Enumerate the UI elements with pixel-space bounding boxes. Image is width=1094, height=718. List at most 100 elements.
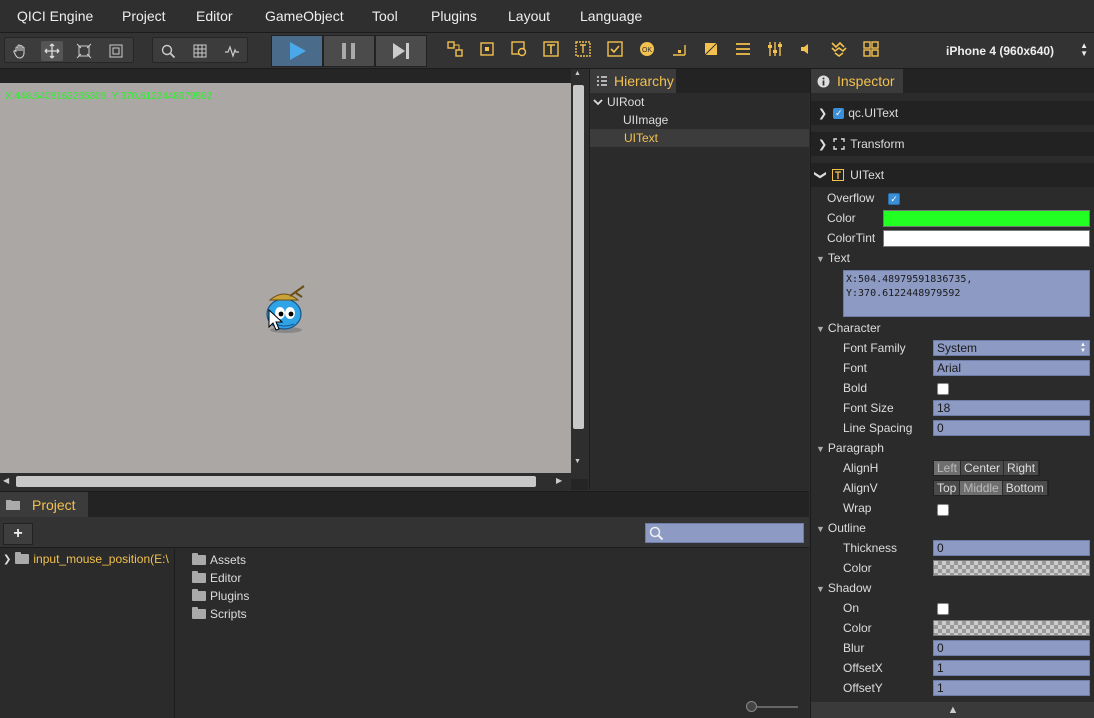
alignh-left-button[interactable]: Left: [934, 461, 962, 475]
tab-inspector[interactable]: Inspector: [811, 69, 903, 93]
text-value-textarea[interactable]: X:504.48979591836735, Y:370.612244897959…: [843, 270, 1090, 317]
offsety-field[interactable]: 1: [933, 680, 1090, 696]
folder-assets[interactable]: Assets: [192, 553, 246, 567]
step-button[interactable]: [375, 35, 427, 67]
create-empty-node-icon[interactable]: [478, 40, 496, 58]
color-swatch[interactable]: [883, 210, 1090, 227]
device-select[interactable]: iPhone 4 (960x640) ▲ ▼: [938, 42, 1090, 60]
chevron-right-icon[interactable]: ❯: [3, 554, 11, 565]
component-uitext[interactable]: ❯ UIText: [811, 163, 1094, 187]
list-icon: [597, 76, 607, 86]
create-toggle-icon[interactable]: [606, 40, 624, 58]
project-search-input[interactable]: [645, 523, 804, 543]
chevron-right-icon[interactable]: ❯: [818, 138, 827, 151]
folder-editor[interactable]: Editor: [192, 571, 241, 585]
menu-language[interactable]: Language: [580, 8, 642, 24]
folder-icon: [6, 500, 20, 510]
folder-scripts[interactable]: Scripts: [192, 607, 247, 621]
add-asset-button[interactable]: +: [3, 523, 33, 545]
scale-tool-icon[interactable]: [73, 41, 95, 61]
alignv-bottom-button[interactable]: Bottom: [1002, 481, 1048, 495]
menu-qici-engine[interactable]: QICI Engine: [17, 8, 93, 24]
tree-item-uiimage[interactable]: UIImage: [623, 111, 809, 129]
tab-project[interactable]: Project: [0, 492, 88, 517]
stats-icon[interactable]: [221, 41, 243, 61]
folder-plugins[interactable]: Plugins: [192, 589, 249, 603]
create-text-icon[interactable]: [542, 40, 560, 58]
wrap-checkbox[interactable]: [937, 504, 949, 516]
scene-vertical-scrollbar[interactable]: ▲ ▼: [571, 69, 588, 479]
offsetx-field[interactable]: 1: [933, 660, 1090, 676]
menu-gameobject[interactable]: GameObject: [265, 8, 344, 24]
enable-checkbox[interactable]: ✓: [833, 107, 845, 119]
scroll-up-arrow-icon[interactable]: ▲: [574, 70, 581, 77]
scene-vscroll-thumb[interactable]: [573, 85, 584, 429]
slider-handle[interactable]: [746, 701, 757, 712]
create-tilemap-icon[interactable]: [702, 40, 720, 58]
shadow-on-checkbox[interactable]: [937, 603, 949, 615]
move-tool-icon[interactable]: [41, 41, 63, 61]
font-field[interactable]: Arial: [933, 360, 1090, 376]
game-canvas[interactable]: [0, 83, 571, 473]
colortint-swatch[interactable]: [883, 230, 1090, 247]
blur-field[interactable]: 0: [933, 640, 1090, 656]
create-node-icon[interactable]: [446, 40, 464, 58]
outline-section-toggle[interactable]: ▼ Outline: [816, 521, 866, 535]
outline-color-swatch[interactable]: [933, 560, 1090, 576]
create-button-icon[interactable]: OK: [638, 40, 656, 58]
text-section-toggle[interactable]: ▼ Text: [816, 251, 850, 265]
menu-project[interactable]: Project: [122, 8, 166, 24]
zoom-icon[interactable]: [157, 41, 179, 61]
alignh-right-button[interactable]: Right: [1004, 461, 1040, 475]
font-family-select[interactable]: System ▲ ▼: [933, 340, 1090, 356]
pause-button[interactable]: [323, 35, 375, 67]
font-size-field[interactable]: 18: [933, 400, 1090, 416]
chevron-down-icon[interactable]: [593, 97, 603, 107]
component-transform[interactable]: ❯ Transform: [811, 132, 1094, 156]
play-button[interactable]: [271, 35, 323, 67]
svg-text:OK: OK: [642, 47, 652, 54]
tree-item-project-root[interactable]: ❯ input_mouse_position(E:\: [3, 552, 173, 566]
create-particle-icon[interactable]: [830, 40, 848, 58]
tab-hierarchy[interactable]: Hierarchy: [590, 69, 676, 93]
grid-icon[interactable]: [189, 41, 211, 61]
line-spacing-field[interactable]: 0: [933, 420, 1090, 436]
outline-section-label: Outline: [827, 521, 866, 535]
alignv-middle-button[interactable]: Middle: [960, 481, 1003, 495]
tree-item-label: UIImage: [623, 113, 669, 127]
paragraph-section-toggle[interactable]: ▼ Paragraph: [816, 441, 884, 455]
menu-layout[interactable]: Layout: [508, 8, 550, 24]
create-sprite-icon[interactable]: [670, 40, 688, 58]
rect-tool-icon[interactable]: [105, 41, 127, 61]
scroll-up-arrow-icon[interactable]: ▲: [811, 702, 1094, 718]
menu-tool[interactable]: Tool: [372, 8, 398, 24]
scene-horizontal-scrollbar[interactable]: ◀ ▶: [0, 473, 571, 490]
create-list-icon[interactable]: [734, 40, 752, 58]
menu-plugins[interactable]: Plugins: [431, 8, 477, 24]
shadow-color-swatch[interactable]: [933, 620, 1090, 636]
scroll-right-arrow-icon[interactable]: ▶: [556, 476, 562, 485]
scroll-left-arrow-icon[interactable]: ◀: [3, 476, 9, 485]
tree-item-uitext[interactable]: UIText: [590, 129, 809, 147]
scene-hscroll-thumb[interactable]: [16, 476, 536, 487]
create-image-icon[interactable]: [510, 40, 528, 58]
tree-item-uiroot[interactable]: UIRoot: [593, 93, 809, 111]
bold-checkbox[interactable]: [937, 383, 949, 395]
thickness-field[interactable]: 0: [933, 540, 1090, 556]
shadow-section-toggle[interactable]: ▼ Shadow: [816, 581, 871, 595]
create-grid-layout-icon[interactable]: [862, 40, 880, 58]
create-slider-icon[interactable]: [766, 40, 784, 58]
transform-tools-group: [4, 37, 134, 63]
chevron-down-icon[interactable]: ❯: [814, 170, 828, 180]
alignh-center-button[interactable]: Center: [961, 461, 1005, 475]
overflow-checkbox[interactable]: ✓: [888, 193, 900, 205]
hand-tool-icon[interactable]: [9, 41, 31, 61]
character-section-toggle[interactable]: ▼ Character: [816, 321, 881, 335]
scroll-down-arrow-icon[interactable]: ▼: [574, 458, 581, 465]
chevron-right-icon[interactable]: ❯: [818, 107, 827, 120]
menu-editor[interactable]: Editor: [196, 8, 233, 24]
create-inputfield-icon[interactable]: [574, 40, 592, 58]
component-qc-uitext[interactable]: ❯ ✓ qc.UIText: [811, 101, 1094, 125]
alignv-top-button[interactable]: Top: [934, 481, 961, 495]
create-sound-icon[interactable]: [798, 40, 816, 58]
